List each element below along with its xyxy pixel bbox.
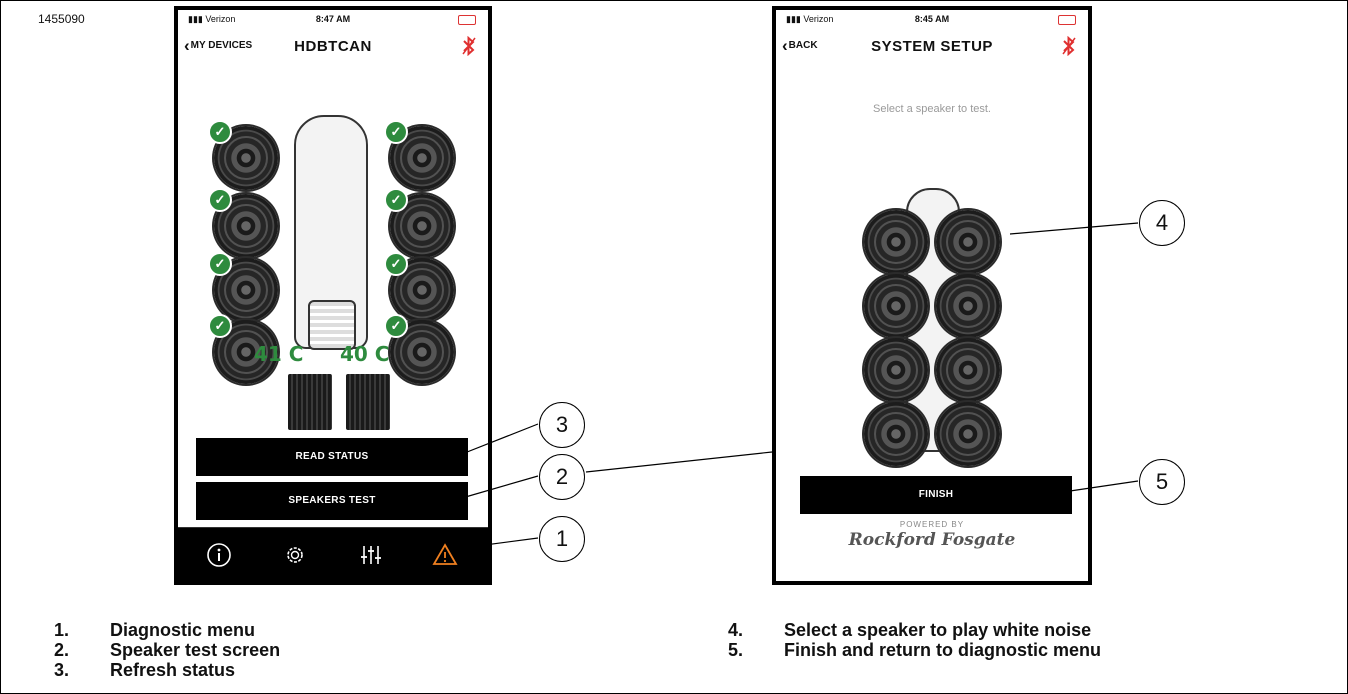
- callout-4: 4: [1139, 200, 1185, 246]
- check-icon: ✓: [208, 252, 232, 276]
- legend-item: 1. Diagnostic menu: [54, 620, 256, 640]
- check-icon: ✓: [384, 252, 408, 276]
- callout-leader-lines: [461, 222, 1139, 549]
- legend-item: 2. Speaker test screen: [54, 640, 281, 660]
- legend-item: 3. Refresh status: [54, 660, 236, 680]
- callout-5: 5: [1139, 459, 1185, 505]
- callout-1: 1: [539, 516, 585, 562]
- check-icon: ✓: [208, 314, 232, 338]
- check-icon: ✓: [208, 188, 232, 212]
- check-icon: ✓: [384, 188, 408, 212]
- callout-3: 3: [539, 402, 585, 448]
- check-icon: ✓: [384, 120, 408, 144]
- legend-item: 5. Finish and return to diagnostic menu: [728, 640, 1102, 660]
- check-icon: ✓: [384, 314, 408, 338]
- callout-2: 2: [539, 454, 585, 500]
- legend-item: 4. Select a speaker to play white noise: [728, 620, 1092, 640]
- check-icon: ✓: [208, 120, 232, 144]
- legend-left: 1. Diagnostic menu 2. Speaker test screen …: [54, 620, 280, 680]
- legend-right: 4. Select a speaker to play white noise 5…: [728, 620, 1101, 660]
